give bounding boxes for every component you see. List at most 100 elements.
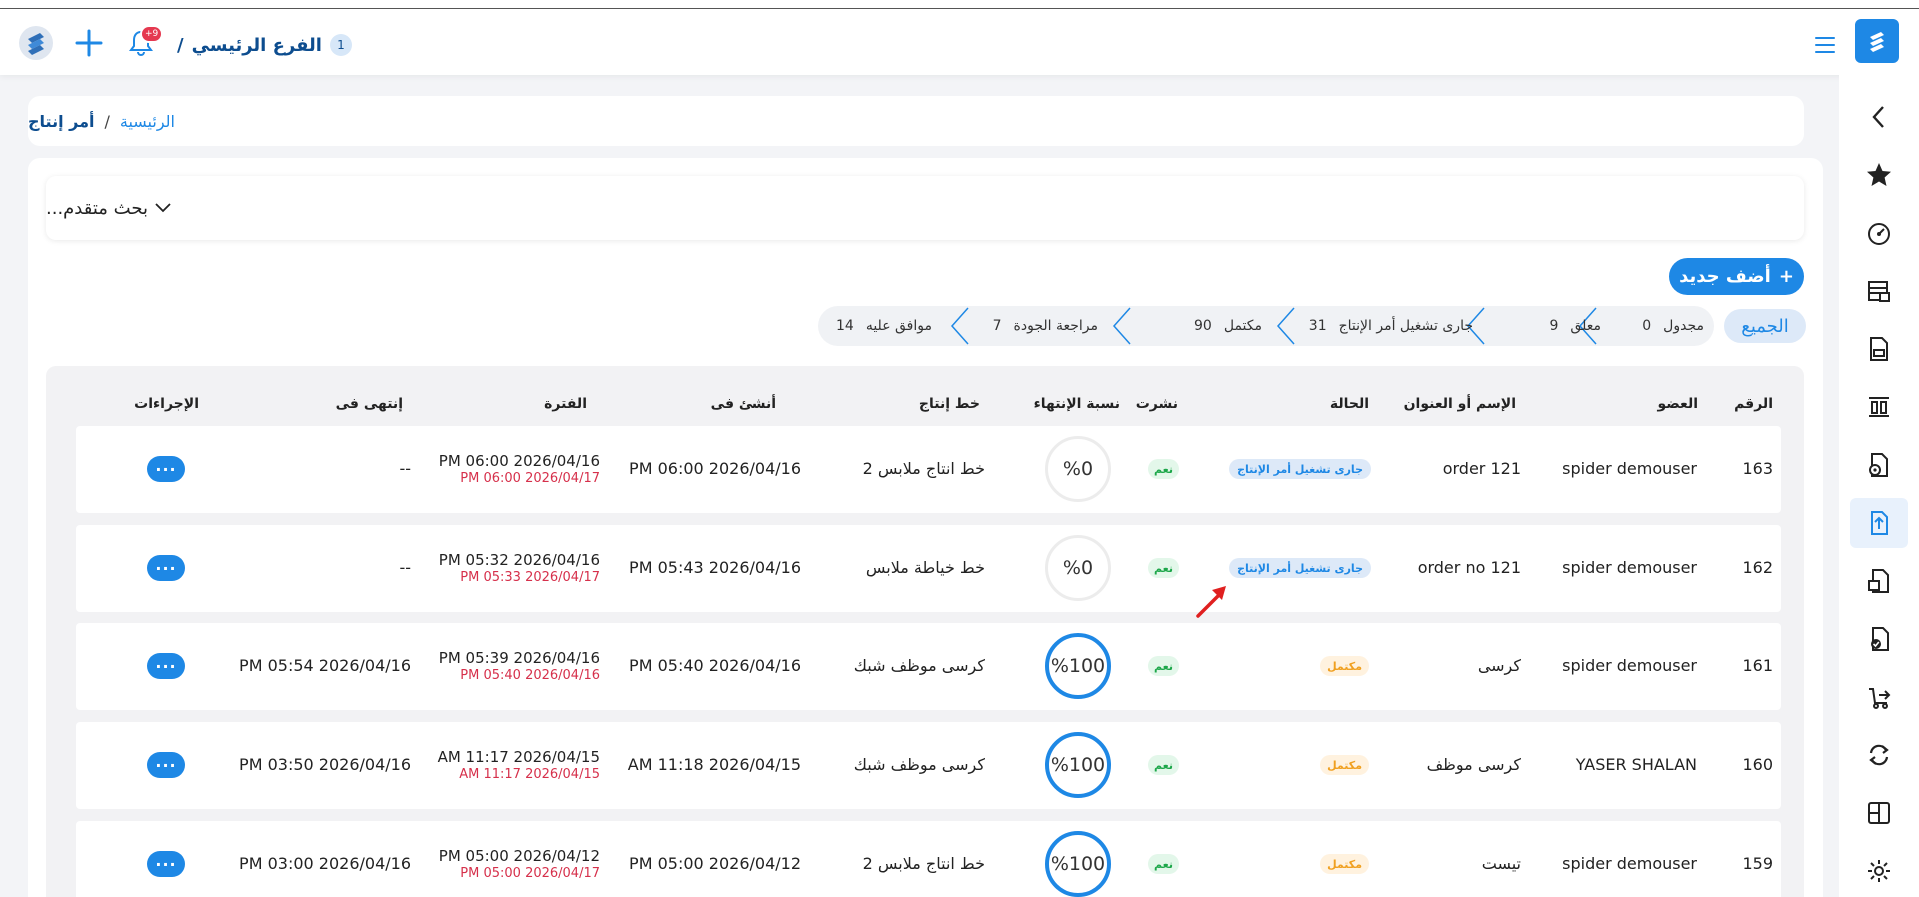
collapse-chevron-icon[interactable] — [1859, 97, 1899, 137]
dashboard-gauge-icon[interactable] — [1859, 213, 1899, 253]
row-created-at: PM 05:43 2026/04/16 — [629, 558, 801, 577]
row-production-line: كرسى موظف شبك — [853, 755, 985, 774]
col-member[interactable]: العضو — [1657, 396, 1698, 412]
col-published[interactable]: نشرت — [1136, 396, 1178, 412]
completion-value: %0 — [1062, 557, 1094, 579]
favorites-star-icon[interactable] — [1859, 155, 1899, 195]
col-line[interactable]: خط إنتاج — [919, 396, 980, 412]
row-actions-button[interactable]: ··· — [147, 456, 185, 482]
row-actions-button[interactable]: ··· — [147, 851, 185, 877]
col-number[interactable]: الرقم — [1734, 396, 1773, 412]
completion-value: %100 — [1050, 853, 1106, 875]
chevron-down-icon — [155, 203, 171, 213]
row-ended-at: -- — [399, 459, 411, 478]
published-badge: نعم — [1148, 854, 1179, 874]
period-start: PM 05:00 2026/04/12 — [438, 847, 600, 865]
filter-quality-review[interactable]: مراجعة الجودة 7 — [993, 306, 1098, 346]
row-member: YASER SHALAN — [1575, 755, 1697, 774]
table-row[interactable]: 161 spider demouser كرسى مكتمل نعم %100 كرسى م… — [76, 623, 1781, 710]
filter-chevron-icon — [950, 307, 969, 345]
row-created-at: PM 05:00 2026/04/12 — [629, 854, 801, 873]
refresh-cycle-icon[interactable] — [1859, 735, 1899, 775]
warehouse-icon[interactable] — [1859, 271, 1899, 311]
table-row[interactable]: 159 spider demouser تيست مكتمل نعم %100 خط انت… — [76, 821, 1781, 897]
published-badge: نعم — [1148, 558, 1179, 578]
filter-approved[interactable]: موافق عليه 14 — [836, 306, 932, 346]
filter-scheduled[interactable]: مجدول 0 — [1642, 306, 1704, 346]
breadcrumb-home-link[interactable]: الرئيسية — [120, 112, 175, 131]
breadcrumb-current: أمر إنتاج — [28, 111, 95, 131]
period-end: PM 05:00 2026/04/17 — [460, 866, 600, 881]
col-created[interactable]: أنشئ فى — [711, 396, 776, 412]
col-ended[interactable]: إنتهى فى — [336, 396, 403, 412]
row-name: order 121 — [1442, 459, 1521, 478]
filter-label: معلق — [1570, 318, 1601, 334]
published-badge: نعم — [1148, 656, 1179, 676]
add-new-label: أضف جديد — [1679, 266, 1771, 287]
status-badge: مكتمل — [1320, 656, 1369, 676]
period-end: AM 11:17 2026/04/15 — [459, 767, 600, 782]
filter-label: مجدول — [1663, 318, 1704, 334]
row-name: تيست — [1481, 854, 1521, 873]
period-start: AM 11:17 2026/04/15 — [437, 748, 600, 766]
add-plus-icon: + — [1778, 266, 1794, 287]
layout-grid-icon[interactable] — [1859, 793, 1899, 833]
filter-count: 14 — [836, 318, 854, 334]
row-production-line: خط انتاج ملابس 2 — [862, 854, 985, 873]
row-actions-button[interactable]: ··· — [147, 555, 185, 581]
row-ended-at: PM 05:54 2026/04/16 — [239, 656, 411, 675]
delivery-icon[interactable] — [1859, 677, 1899, 717]
file-check-icon[interactable] — [1859, 619, 1899, 659]
production-order-icon[interactable] — [1850, 498, 1908, 548]
app-logo-icon[interactable] — [18, 25, 54, 61]
annotation-arrow-icon — [1196, 586, 1226, 618]
row-period: PM 05:39 2026/04/16 PM 05:40 2026/04/16 — [439, 650, 600, 684]
branch-selector[interactable]: 1 الفرع الرئيسي / — [177, 31, 352, 59]
row-name: order no 121 — [1417, 558, 1521, 577]
notifications-button[interactable]: +9 — [128, 25, 164, 59]
filter-suspended[interactable]: معلق 9 — [1550, 306, 1602, 346]
status-badge: جارى تشغيل أمر الإنتاج — [1229, 558, 1371, 578]
breadcrumb: الرئيسية / أمر إنتاج — [28, 96, 1804, 146]
row-name: كرسى — [1477, 656, 1521, 675]
sidebar — [1839, 75, 1919, 897]
row-actions-button[interactable]: ··· — [147, 752, 185, 778]
columns-icon[interactable] — [1859, 387, 1899, 427]
col-period[interactable]: الفترة — [544, 396, 587, 412]
advanced-search-toggle[interactable]: بحث متقدم... — [46, 176, 1804, 240]
table-row[interactable]: 160 YASER SHALAN كرسى موظف مكتمل نعم %100 كرسى… — [76, 722, 1781, 809]
row-ended-at: PM 03:50 2026/04/16 — [239, 755, 411, 774]
filter-label: مكتمل — [1223, 318, 1262, 334]
settings-gear-icon[interactable] — [1859, 851, 1899, 891]
table-row[interactable]: 163 spider demouser order 121 جارى تشغيل أم… — [76, 426, 1781, 513]
quick-add-button[interactable] — [72, 26, 106, 60]
col-completion[interactable]: نسبة الإنتهاء — [1034, 396, 1120, 412]
row-actions-button[interactable]: ··· — [147, 653, 185, 679]
row-member: spider demouser — [1562, 854, 1697, 873]
status-badge: مكتمل — [1320, 755, 1369, 775]
filter-count: 31 — [1308, 318, 1327, 334]
row-number: 163 — [1742, 459, 1773, 478]
filter-running[interactable]: جارى تشغيل أمر الإنتاج 31 — [1309, 306, 1473, 346]
col-name[interactable]: الإسم أو العنوان — [1404, 396, 1516, 412]
completion-ring: %100 — [1045, 633, 1111, 699]
completion-value: %100 — [1050, 655, 1106, 677]
completion-value: %100 — [1050, 754, 1106, 776]
period-end: PM 05:33 2026/04/17 — [460, 570, 600, 585]
brand-logo-icon[interactable] — [1855, 19, 1899, 63]
add-new-button[interactable]: + أضف جديد — [1669, 258, 1804, 295]
filter-label: موافق عليه — [865, 318, 932, 334]
row-production-line: خط خياطة ملابس — [865, 558, 985, 577]
col-status[interactable]: الحالة — [1330, 396, 1369, 412]
completion-ring: %100 — [1045, 831, 1111, 897]
table-row[interactable]: 162 spider demouser order no 121 جارى تشغيل… — [76, 525, 1781, 612]
row-created-at: AM 11:18 2026/04/15 — [627, 755, 801, 774]
menu-toggle-icon[interactable] — [1815, 37, 1835, 53]
branch-separator: / — [177, 34, 184, 56]
file-box-icon[interactable] — [1859, 561, 1899, 601]
filter-all[interactable]: الجميع — [1724, 309, 1806, 343]
documents-icon[interactable] — [1859, 329, 1899, 369]
filter-completed[interactable]: مكتمل 90 — [1194, 306, 1262, 346]
period-start: PM 05:39 2026/04/16 — [438, 649, 600, 667]
file-view-icon[interactable] — [1859, 445, 1899, 485]
